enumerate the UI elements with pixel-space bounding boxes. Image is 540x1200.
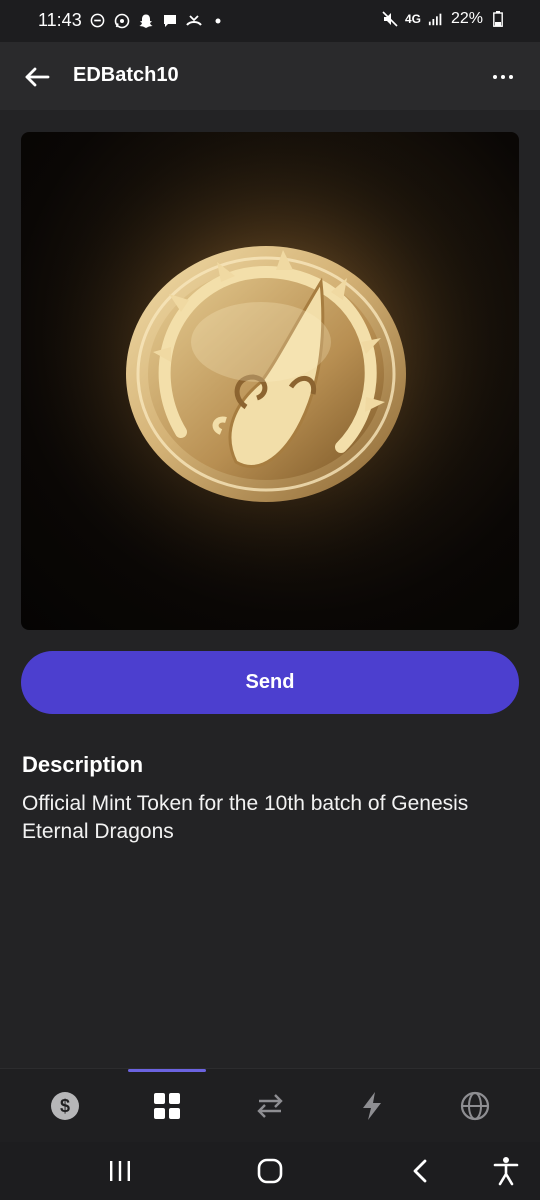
status-right: 4G 22% — [382, 10, 506, 28]
dragon-coin-image — [21, 132, 519, 630]
dollar-icon: $ — [51, 1092, 79, 1120]
missed-call-icon — [185, 13, 202, 29]
back-nav-button[interactable] — [404, 1154, 438, 1188]
arrow-left-icon — [25, 67, 50, 87]
grid-icon — [154, 1093, 180, 1119]
tab-activity[interactable] — [355, 1089, 389, 1123]
home-icon — [257, 1158, 283, 1184]
page-title: EDBatch10 — [73, 64, 179, 86]
app-header: EDBatch10 — [0, 42, 540, 110]
dot-icon — [210, 13, 226, 29]
tab-collectibles[interactable] — [150, 1089, 184, 1123]
more-horizontal-icon — [493, 75, 497, 79]
lightning-icon — [363, 1092, 381, 1120]
tab-balance[interactable]: $ — [48, 1089, 82, 1123]
whatsapp-icon — [114, 13, 130, 29]
more-options-button[interactable] — [488, 62, 518, 92]
send-button[interactable]: Send — [21, 651, 519, 714]
description-text: Official Mint Token for the 10th batch o… — [22, 792, 469, 843]
signal-icon — [428, 11, 444, 27]
do-not-disturb-icon — [90, 13, 106, 29]
active-tab-indicator — [128, 1069, 206, 1072]
swap-arrows-icon — [257, 1094, 283, 1118]
status-bar: 11:43 4G 22% — [0, 0, 540, 42]
snapchat-icon — [138, 13, 154, 29]
network-label: 4G — [404, 12, 421, 26]
recents-button[interactable] — [103, 1154, 137, 1188]
nft-image — [21, 132, 519, 630]
back-button[interactable] — [22, 62, 52, 92]
recents-icon — [110, 1161, 130, 1181]
svg-text:$: $ — [60, 1096, 70, 1116]
description-heading: Description — [22, 752, 144, 777]
tab-browser[interactable] — [458, 1089, 492, 1123]
status-time: 11:43 — [38, 10, 82, 30]
battery-icon — [490, 11, 506, 27]
mute-icon — [382, 11, 398, 27]
accessibility-button[interactable] — [489, 1154, 523, 1188]
home-button[interactable] — [253, 1154, 287, 1188]
message-icon — [162, 13, 178, 29]
bottom-tab-bar: $ — [0, 1068, 540, 1143]
tab-swap[interactable] — [253, 1089, 287, 1123]
accessibility-icon — [493, 1157, 519, 1186]
battery-percent: 22% — [450, 10, 483, 27]
status-left: 11:43 — [38, 10, 226, 31]
android-nav-bar — [0, 1142, 540, 1200]
back-icon — [413, 1159, 427, 1183]
globe-icon — [460, 1091, 490, 1121]
